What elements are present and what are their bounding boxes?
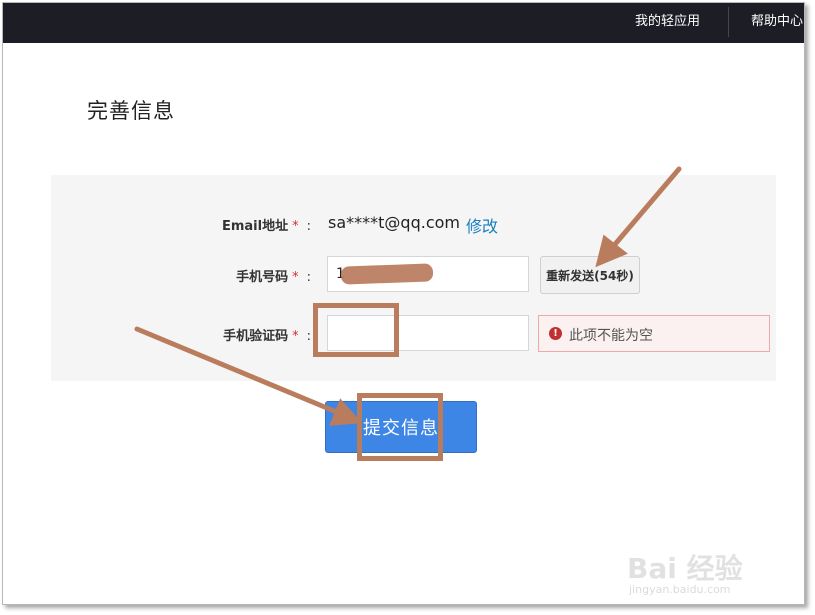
watermark-url: jingyan.baidu.com (629, 583, 731, 596)
label-colon: : (306, 219, 311, 234)
required-mark: * (292, 270, 299, 285)
verification-code-input[interactable] (327, 315, 529, 351)
error-message: 此项不能为空 (569, 328, 653, 344)
email-value: sa****t@qq.com (328, 213, 460, 232)
browser-frame: 我的轻应用 帮助中心 完善信息 Email地址 *: sa****t@qq.com… (2, 2, 805, 605)
nav-separator (728, 7, 729, 37)
error-tooltip: ! 此项不能为空 (538, 315, 770, 352)
error-icon: ! (549, 327, 562, 340)
nav-my-apps-link[interactable]: 我的轻应用 (635, 3, 700, 43)
modify-email-link[interactable]: 修改 (466, 213, 498, 237)
required-mark: * (292, 329, 299, 344)
resend-code-button[interactable]: 重新发送(54秒) (540, 256, 640, 294)
required-mark: * (292, 219, 299, 234)
phone-label: 手机号码 *: (31, 266, 311, 285)
submit-info-button[interactable]: 提交信息 (325, 401, 477, 453)
nav-help-center-link[interactable]: 帮助中心 (751, 3, 803, 43)
label-colon: : (306, 329, 311, 344)
page-title: 完善信息 (87, 99, 175, 123)
phone-label-text: 手机号码 (236, 270, 289, 285)
label-colon: : (306, 270, 311, 285)
verification-code-label: 手机验证码 *: (31, 325, 311, 344)
watermark-logo: Bai 经验 (627, 552, 743, 585)
email-label: Email地址 *: (31, 215, 311, 234)
code-label-text: 手机验证码 (223, 329, 289, 344)
redaction-mark (340, 263, 434, 285)
email-label-text: Email地址 (221, 219, 289, 234)
top-nav-bar: 我的轻应用 帮助中心 (3, 3, 804, 43)
baidu-jingyan-watermark: Bai 经验 jingyan.baidu.com (615, 543, 785, 603)
